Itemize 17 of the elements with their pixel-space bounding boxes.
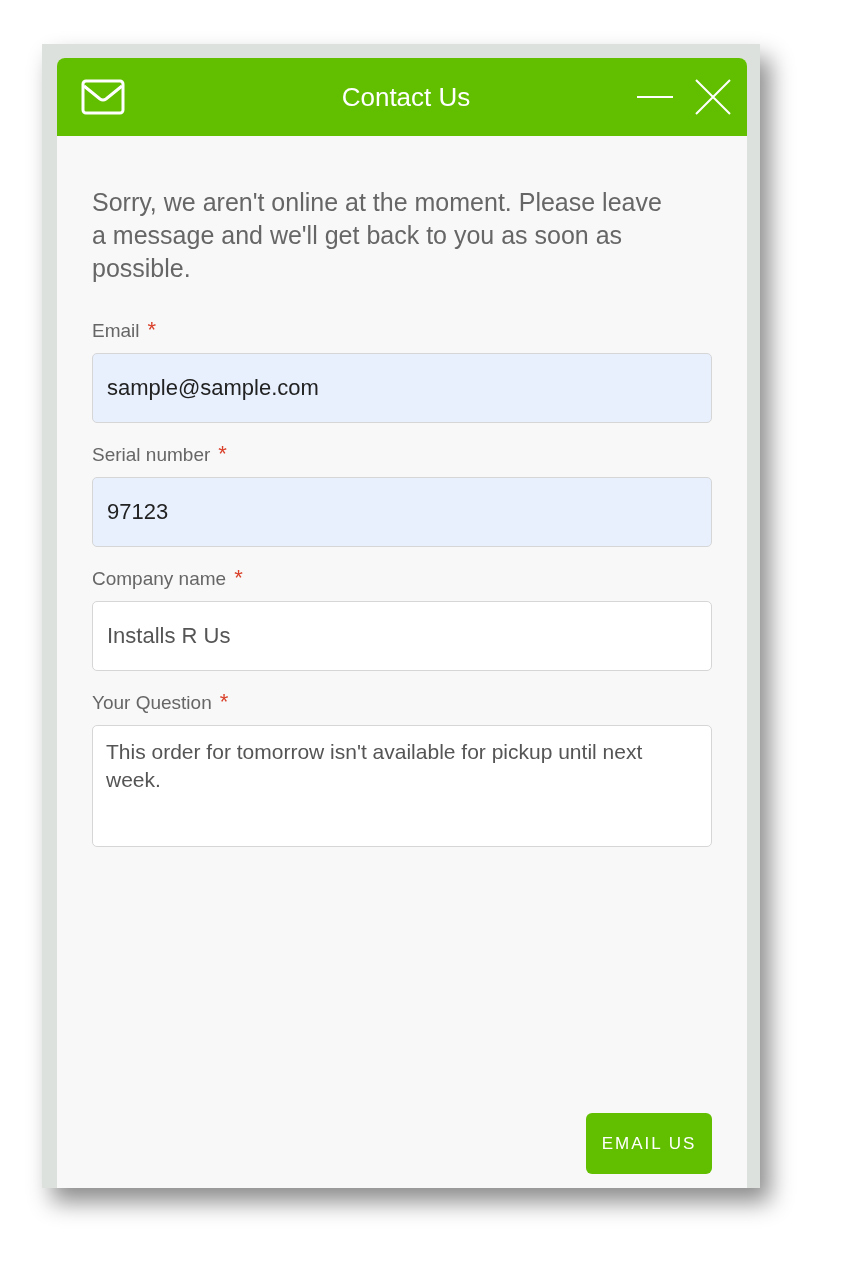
required-mark: *	[219, 689, 229, 715]
question-field[interactable]: This order for tomorrow isn't available for pickup until next week.	[92, 725, 712, 847]
field-label: Email	[92, 320, 140, 342]
required-mark: *	[218, 441, 227, 467]
envelope-icon	[81, 79, 125, 115]
field-label: Serial number	[92, 444, 211, 466]
required-mark: *	[234, 565, 243, 591]
input-field[interactable]: Installs R Us	[92, 601, 712, 671]
window-title: Contact Us	[341, 81, 471, 113]
required-mark: *	[147, 317, 157, 343]
close-icon[interactable]	[695, 79, 731, 115]
field-label: Company name	[92, 568, 227, 590]
input-field[interactable]: sample@sample.com	[92, 353, 712, 423]
input-field[interactable]: 97123	[92, 477, 712, 547]
minimize-icon[interactable]	[637, 95, 673, 99]
field-label: Your Question	[92, 692, 212, 714]
offline-message: Sorry, we aren't online at the moment. Please leave a message and we'll get back to you as soon as possible.	[92, 187, 663, 284]
